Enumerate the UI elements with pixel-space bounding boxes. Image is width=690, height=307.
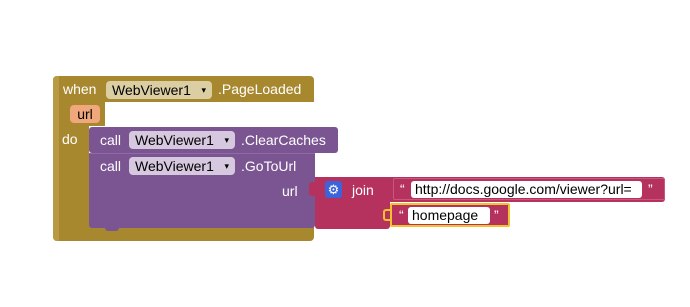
call-label: call xyxy=(100,132,122,148)
call-label: call xyxy=(100,158,122,174)
clearcaches-component-name: WebViewer1 xyxy=(135,132,214,148)
clearcaches-component-dropdown[interactable]: WebViewer1 ▾ xyxy=(129,131,235,149)
event-name: .PageLoaded xyxy=(218,81,302,97)
text-field-homepage[interactable]: homepage xyxy=(408,207,490,224)
chevron-down-icon: ▾ xyxy=(224,135,229,145)
join-block-body xyxy=(315,201,390,229)
call-gotourl-notch xyxy=(105,226,119,231)
gotourl-arg-label: url xyxy=(282,183,298,199)
chevron-down-icon: ▾ xyxy=(201,85,206,95)
chevron-down-icon: ▾ xyxy=(224,161,229,171)
do-label: do xyxy=(62,131,78,147)
event-param-url[interactable]: url xyxy=(70,105,100,123)
clearcaches-method: .ClearCaches xyxy=(241,132,326,148)
close-quote: ” xyxy=(648,181,653,197)
gotourl-method: .GoToUrl xyxy=(241,158,297,174)
open-quote: “ xyxy=(399,207,404,223)
open-quote: “ xyxy=(400,181,405,197)
event-component-dropdown[interactable]: WebViewer1 ▾ xyxy=(106,81,212,99)
gotourl-component-dropdown[interactable]: WebViewer1 ▾ xyxy=(129,157,235,175)
when-label: when xyxy=(63,81,97,97)
event-block-edge xyxy=(53,76,59,241)
gotourl-component-name: WebViewer1 xyxy=(135,158,214,174)
gear-icon[interactable]: ⚙ xyxy=(325,181,342,198)
close-quote: ” xyxy=(494,207,499,223)
join-label: join xyxy=(352,182,374,198)
event-component-name: WebViewer1 xyxy=(112,82,191,98)
text-field-url[interactable]: http://docs.google.com/viewer?url= xyxy=(411,181,642,198)
